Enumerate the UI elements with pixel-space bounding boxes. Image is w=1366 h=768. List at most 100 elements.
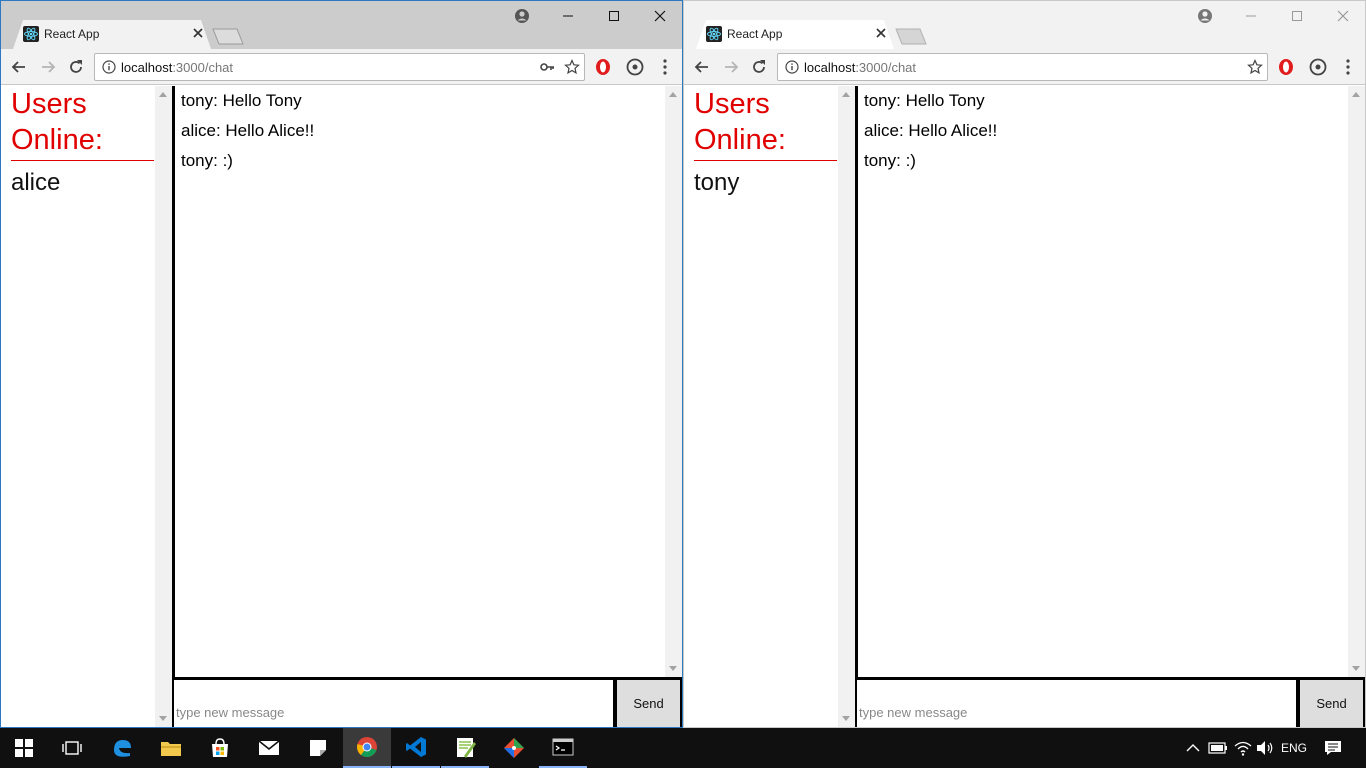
action-center-button[interactable] — [1318, 728, 1348, 768]
eye-extension-icon[interactable] — [625, 57, 645, 77]
key-icon[interactable] — [539, 59, 555, 75]
scroll-down-icon[interactable] — [159, 716, 167, 721]
scroll-up-icon[interactable] — [669, 92, 677, 97]
taskbar-edge[interactable] — [98, 728, 146, 768]
taskbar-git-gui[interactable] — [490, 728, 538, 768]
volume-control[interactable] — [1254, 728, 1276, 768]
input-language[interactable]: ENG — [1278, 728, 1310, 768]
info-icon[interactable] — [102, 60, 116, 74]
back-arrow-icon[interactable] — [9, 57, 29, 77]
message-input[interactable]: type new message — [855, 678, 1298, 727]
titlebar: React App — [1, 1, 682, 49]
task-view-button[interactable] — [48, 728, 96, 768]
back-arrow-icon[interactable] — [692, 57, 712, 77]
store-bag-icon — [212, 738, 228, 757]
taskbar-store[interactable] — [196, 728, 244, 768]
bookmark-star-icon[interactable] — [1247, 59, 1263, 75]
page-content: Users Online: alice tony: Hello Tony ali… — [1, 86, 682, 727]
menu-dots-icon[interactable] — [655, 57, 675, 77]
browser-tab[interactable]: React App — [13, 20, 211, 49]
address-bar[interactable]: localhost:3000/chat — [777, 53, 1268, 81]
menu-dots-icon[interactable] — [1338, 57, 1358, 77]
profile-icon[interactable] — [511, 5, 533, 27]
minimize-icon[interactable] — [557, 5, 579, 27]
tab-title: React App — [727, 27, 783, 41]
url-text: localhost:3000/chat — [804, 60, 917, 75]
reload-icon[interactable] — [66, 57, 86, 77]
address-bar[interactable]: localhost:3000/chat — [94, 53, 585, 81]
forward-arrow-icon[interactable] — [38, 57, 58, 77]
new-tab-button[interactable] — [211, 27, 245, 45]
browser-window-left: React App localhost:3000/chat Users Onli… — [0, 0, 683, 728]
start-button[interactable] — [0, 728, 48, 768]
browser-toolbar: localhost:3000/chat — [684, 49, 1365, 85]
message-list: tony: Hello Tony alice: Hello Alice!! to… — [864, 86, 1345, 176]
users-online-heading: Users Online: — [11, 86, 154, 161]
scroll-up-icon[interactable] — [159, 92, 167, 97]
browser-window-right: React App localhost:3000/chat Users Onli… — [683, 0, 1366, 728]
taskbar-command-prompt[interactable] — [539, 728, 587, 768]
scroll-down-icon[interactable] — [842, 716, 850, 721]
browser-tab[interactable]: React App — [696, 20, 894, 49]
bookmark-star-icon[interactable] — [564, 59, 580, 75]
close-window-icon[interactable] — [649, 5, 671, 27]
users-online-sidebar: Users Online: tony — [684, 86, 856, 727]
send-button[interactable]: Send — [615, 678, 682, 727]
maximize-icon[interactable] — [1286, 5, 1308, 27]
send-button[interactable]: Send — [1298, 678, 1365, 727]
page-content: Users Online: tony tony: Hello Tony alic… — [684, 86, 1365, 727]
windows-taskbar: ENG — [0, 728, 1366, 768]
new-tab-button[interactable] — [894, 27, 928, 45]
notifications-icon — [1325, 741, 1341, 755]
message-item: tony: :) — [181, 151, 233, 170]
close-tab-icon[interactable] — [189, 24, 207, 42]
chevron-up-icon — [1186, 744, 1200, 752]
scroll-up-icon[interactable] — [842, 92, 850, 97]
mail-icon — [258, 740, 280, 755]
info-icon[interactable] — [785, 60, 799, 74]
url-text: localhost:3000/chat — [121, 60, 234, 75]
sidebar-scrollbar[interactable] — [155, 86, 172, 727]
scroll-up-icon[interactable] — [1352, 92, 1360, 97]
close-window-icon[interactable] — [1332, 5, 1354, 27]
taskbar-mail[interactable] — [245, 728, 293, 768]
minimize-icon[interactable] — [1240, 5, 1262, 27]
taskbar-sticky-notes[interactable] — [294, 728, 342, 768]
taskbar-chrome[interactable] — [343, 728, 391, 768]
message-item: tony: Hello Tony — [864, 91, 985, 110]
network-status[interactable] — [1232, 728, 1254, 768]
vscode-icon — [406, 737, 426, 757]
show-hidden-icons-button[interactable] — [1182, 728, 1204, 768]
online-user: tony — [694, 169, 740, 196]
maximize-icon[interactable] — [603, 5, 625, 27]
compose-area: type new message Send — [172, 678, 682, 727]
taskbar-notepad-plus-plus[interactable] — [441, 728, 489, 768]
reload-icon[interactable] — [749, 57, 769, 77]
taskbar-vscode[interactable] — [392, 728, 440, 768]
wifi-icon — [1234, 741, 1252, 756]
messages-scrollbar[interactable] — [665, 86, 682, 677]
message-item: tony: Hello Tony — [181, 91, 302, 110]
forward-arrow-icon[interactable] — [721, 57, 741, 77]
speaker-icon — [1257, 741, 1273, 755]
close-tab-icon[interactable] — [872, 24, 890, 42]
battery-status[interactable] — [1206, 728, 1230, 768]
opera-extension-icon[interactable] — [593, 57, 613, 77]
message-item: tony: :) — [864, 151, 916, 170]
scroll-down-icon[interactable] — [669, 666, 677, 671]
folder-icon — [161, 742, 181, 756]
opera-extension-icon[interactable] — [1276, 57, 1296, 77]
titlebar: React App — [684, 1, 1365, 49]
scroll-down-icon[interactable] — [1352, 666, 1360, 671]
profile-icon[interactable] — [1194, 5, 1216, 27]
online-user: alice — [11, 169, 61, 196]
message-pane: tony: Hello Tony alice: Hello Alice!! to… — [172, 86, 682, 679]
terminal-icon — [552, 738, 574, 756]
compose-area: type new message Send — [855, 678, 1365, 727]
taskbar-file-explorer[interactable] — [147, 728, 195, 768]
eye-extension-icon[interactable] — [1308, 57, 1328, 77]
messages-scrollbar[interactable] — [1348, 86, 1365, 677]
message-input[interactable]: type new message — [172, 678, 615, 727]
sidebar-scrollbar[interactable] — [838, 86, 855, 727]
react-logo-icon — [706, 26, 722, 42]
